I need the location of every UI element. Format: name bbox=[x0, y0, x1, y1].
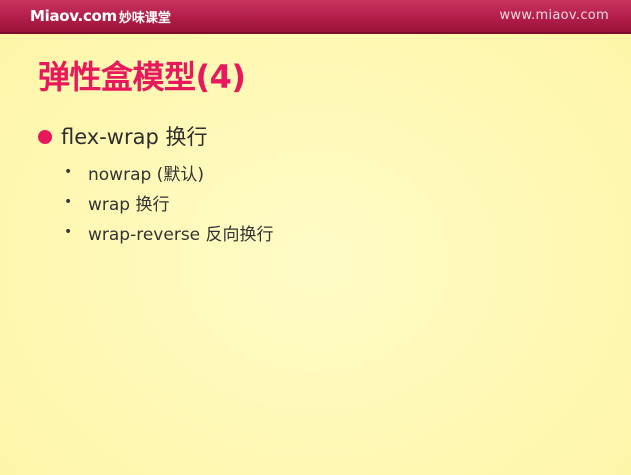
sub-bullet-icon: • bbox=[64, 224, 73, 240]
bullet-icon bbox=[38, 130, 52, 144]
sub-bullet-icon: • bbox=[64, 164, 73, 180]
logo-text: Miaov.com bbox=[30, 7, 117, 25]
sub-point-text: wrap 换行 bbox=[88, 194, 170, 215]
list-item: • wrap-reverse 反向换行 bbox=[64, 217, 274, 247]
logo-subtitle: 妙味课堂 bbox=[118, 10, 171, 26]
sub-point-list: • nowrap (默认) • wrap 换行 • wrap-reverse 反… bbox=[64, 157, 274, 247]
main-point-text: flex-wrap 换行 bbox=[61, 125, 208, 149]
logo: Miaov.com 妙味课堂 bbox=[30, 4, 171, 28]
list-item: • nowrap (默认) bbox=[64, 157, 274, 187]
site-url: www.miaov.com bbox=[499, 8, 609, 23]
sub-point-text: wrap-reverse 反向换行 bbox=[88, 224, 274, 245]
list-item: • wrap 换行 bbox=[64, 187, 274, 217]
sub-point-text: nowrap (默认) bbox=[88, 164, 204, 185]
sub-bullet-icon: • bbox=[64, 194, 73, 210]
slide-title: 弹性盒模型(4) bbox=[38, 58, 246, 96]
main-point: flex-wrap 换行 bbox=[38, 121, 207, 151]
slide: Miaov.com 妙味课堂 www.miaov.com 弹性盒模型(4) fl… bbox=[0, 0, 631, 475]
header-bar: Miaov.com 妙味课堂 www.miaov.com bbox=[0, 0, 631, 34]
